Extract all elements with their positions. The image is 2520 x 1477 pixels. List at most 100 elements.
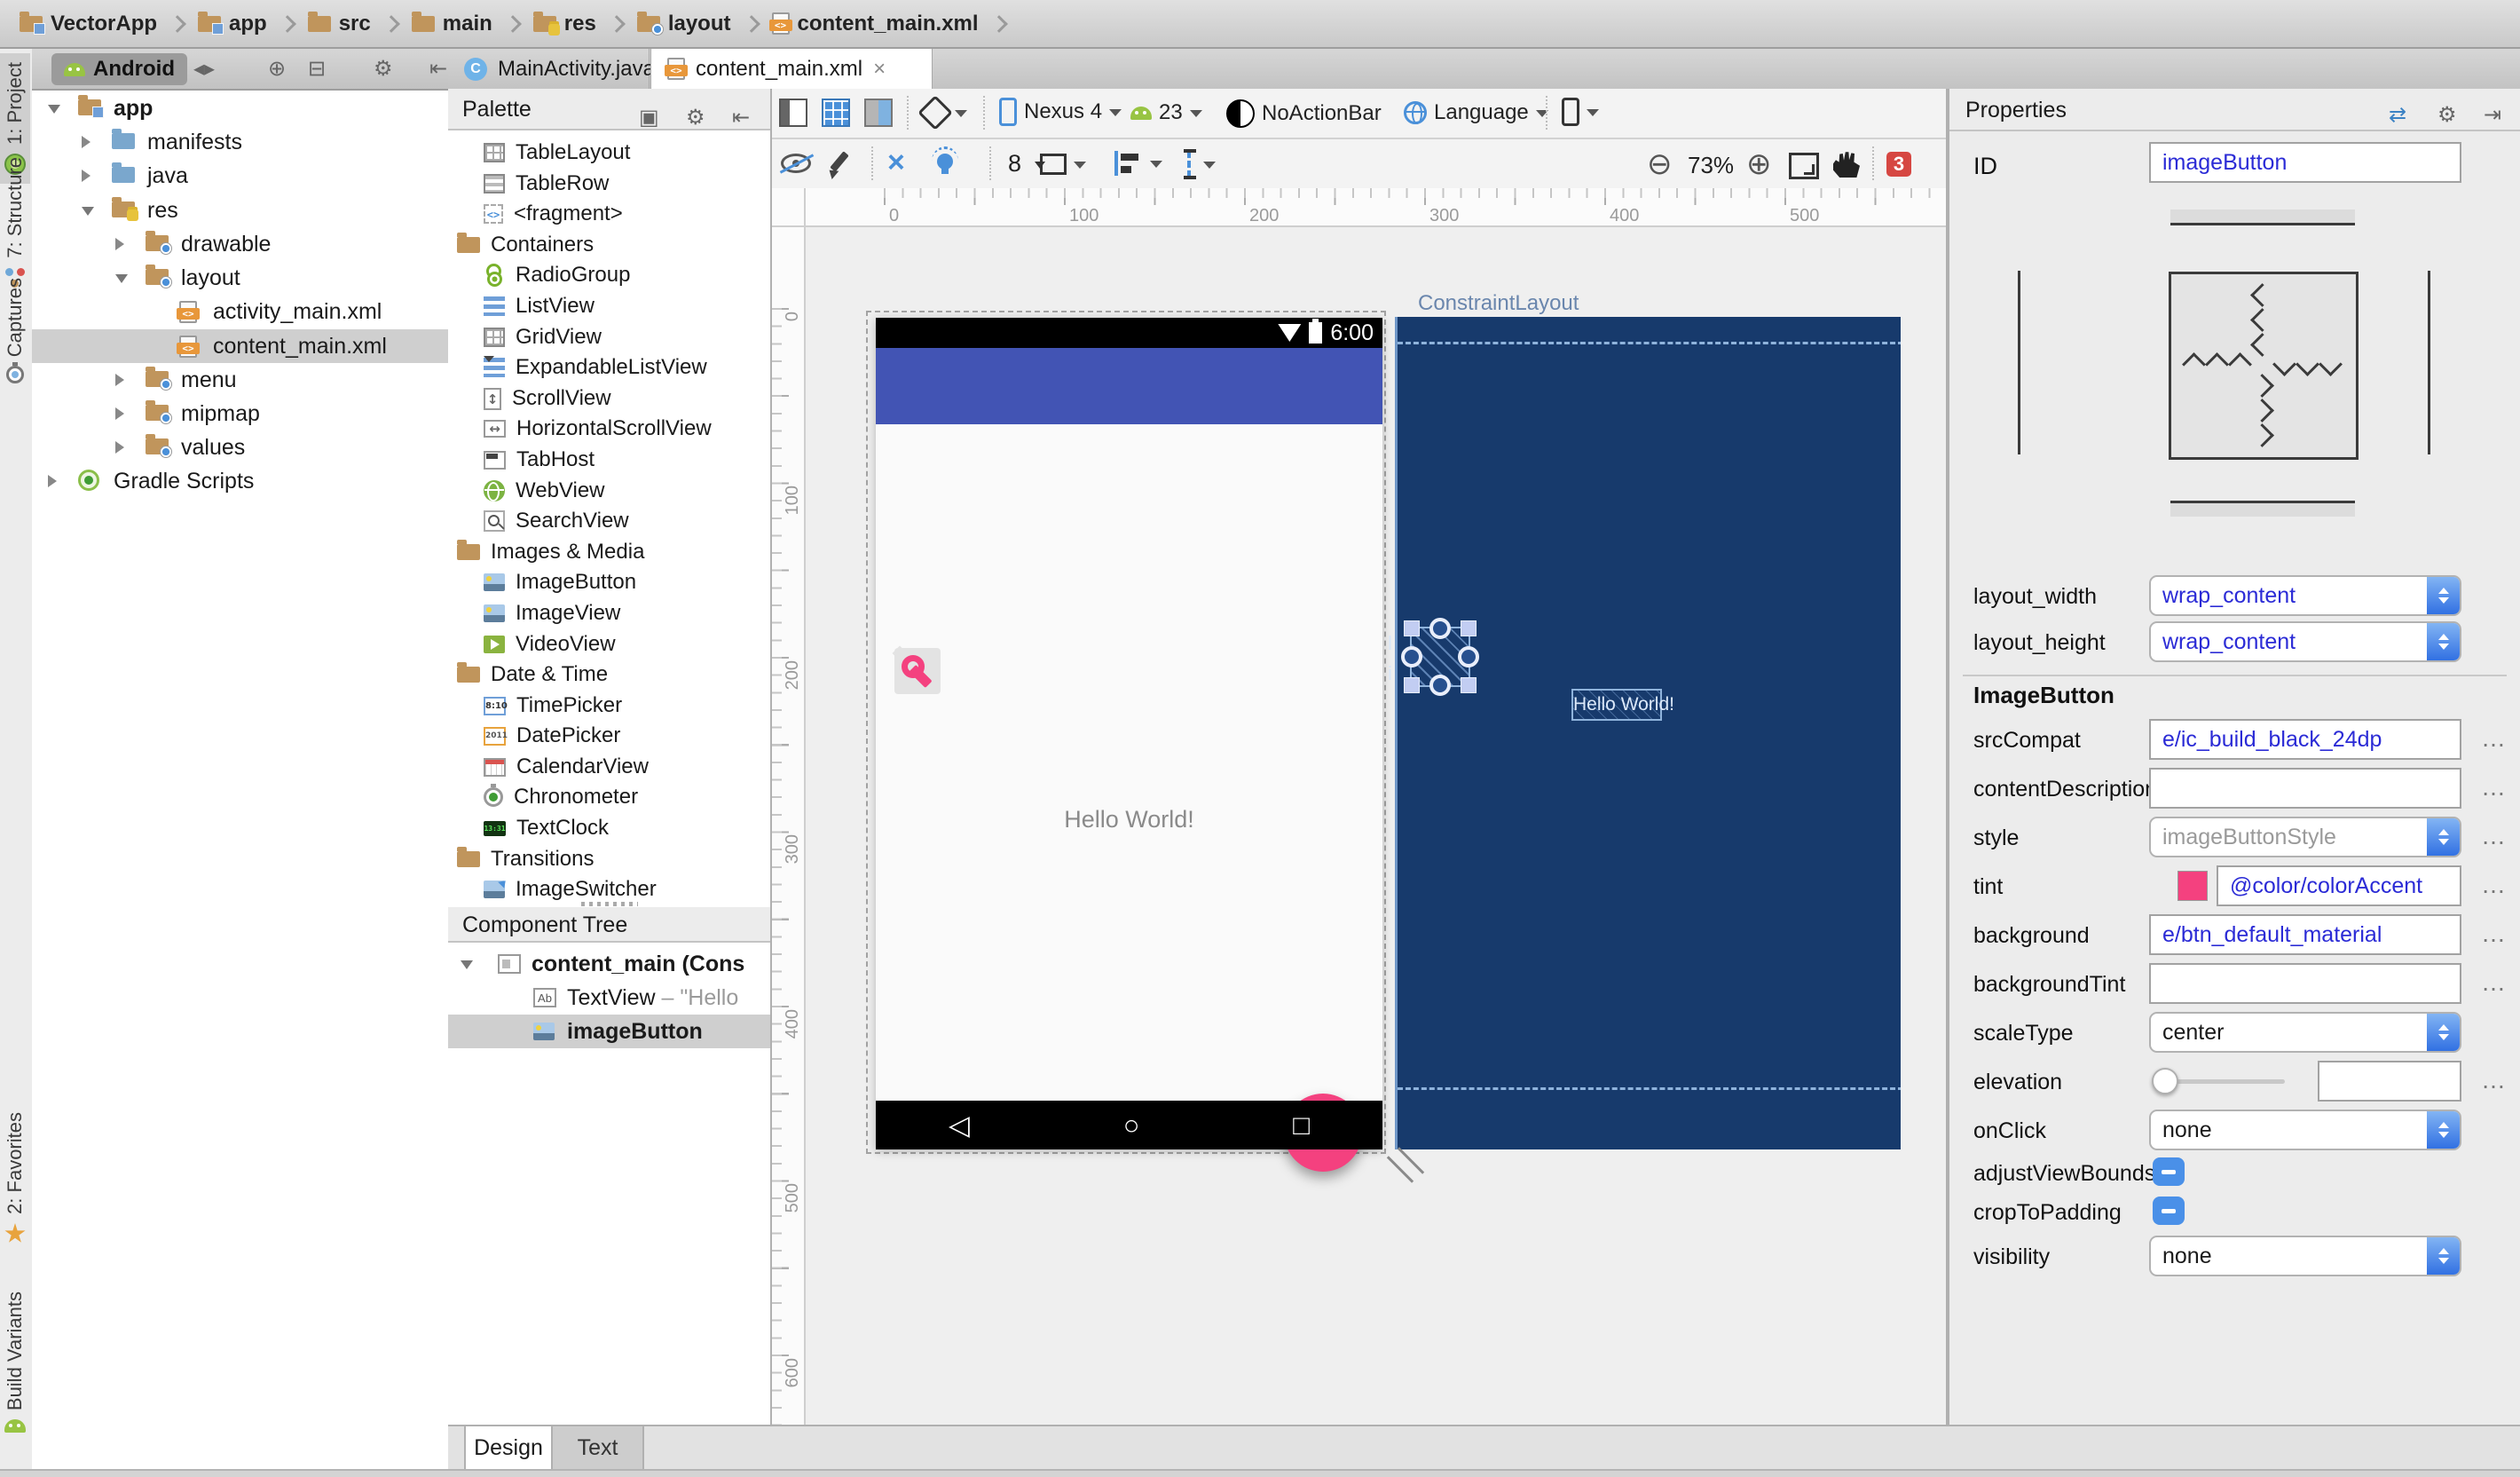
gear-icon[interactable]: ⚙ (2437, 94, 2457, 137)
tree-item-manifests[interactable]: manifests (32, 125, 448, 159)
breadcrumb-item-app[interactable]: app (198, 11, 267, 36)
visibility-combo[interactable]: none (2149, 1236, 2461, 1276)
palette-item[interactable]: TableRow (448, 169, 806, 199)
resize-handle[interactable] (1404, 620, 1420, 636)
palette-group[interactable]: Images & Media (448, 537, 779, 567)
palette-item[interactable]: TextClock (448, 813, 806, 843)
palette-item[interactable]: ListView (448, 291, 806, 321)
color-swatch[interactable] (2177, 871, 2208, 901)
tab-design[interactable]: Design (464, 1426, 553, 1469)
default-margin-value[interactable]: 8 (1008, 150, 1021, 178)
tree-item-menu[interactable]: menu (32, 363, 448, 397)
stepper-icon[interactable] (2427, 1111, 2460, 1149)
browse-icon[interactable]: … (2474, 920, 2513, 948)
tree-item-gradle-scripts[interactable]: Gradle Scripts (32, 464, 448, 498)
virtual-device-icon[interactable] (1562, 98, 1599, 126)
pack-icon[interactable] (1035, 154, 1086, 175)
breadcrumb-item-src[interactable]: src (307, 11, 371, 36)
palette-item[interactable]: ImageView (448, 598, 806, 628)
tree-item-activity-main[interactable]: activity_main.xml (32, 295, 448, 328)
tool-button-build-variants[interactable]: Build Variants (0, 1283, 30, 1441)
collapse-arrow-icon[interactable] (115, 407, 124, 420)
hide-panel-icon[interactable]: ⇤ (732, 97, 750, 138)
browse-icon[interactable]: … (2474, 822, 2513, 850)
splitter-handle[interactable] (581, 902, 638, 906)
constraint-anchor[interactable] (1429, 618, 1451, 639)
stepper-icon[interactable] (2427, 577, 2460, 614)
collapse-arrow-icon[interactable] (115, 441, 124, 454)
croptopadding-checkbox[interactable] (2153, 1197, 2185, 1225)
both-views-icon[interactable] (864, 99, 893, 127)
palette-item[interactable]: TableLayout (448, 138, 806, 168)
tree-item-drawable[interactable]: drawable (32, 227, 448, 261)
back-forward-icon[interactable]: ◂▸ (193, 56, 215, 82)
tab-mainactivity[interactable]: MainActivity.java × (448, 49, 678, 89)
id-field[interactable]: imageButton (2149, 142, 2461, 183)
palette-item[interactable]: ImageSwitcher (448, 874, 806, 904)
textview-widget[interactable]: Hello World! (876, 806, 1382, 833)
constraint-anchor[interactable] (1458, 646, 1479, 667)
palette-item[interactable]: CalendarView (448, 752, 806, 782)
elevation-field[interactable] (2318, 1061, 2461, 1102)
scaletype-combo[interactable]: center (2149, 1012, 2461, 1053)
browse-icon[interactable]: … (2474, 1066, 2513, 1094)
stepper-icon[interactable] (2427, 818, 2460, 856)
close-icon[interactable]: × (873, 57, 886, 82)
theme-selector[interactable]: NoActionBar (1226, 99, 1382, 128)
collapse-arrow-icon[interactable] (82, 170, 91, 182)
clear-constraints-icon[interactable]: × (887, 147, 905, 178)
api-selector[interactable]: 23 (1130, 100, 1202, 125)
palette-item[interactable]: TabHost (448, 445, 806, 475)
bottom-margin-bar[interactable] (2170, 501, 2355, 517)
palette-group[interactable]: Date & Time (448, 660, 779, 690)
collapse-arrow-icon[interactable] (48, 475, 57, 487)
autoconnect-icon[interactable] (825, 151, 852, 178)
elevation-slider-track[interactable] (2162, 1079, 2285, 1084)
layout-width-combo[interactable]: wrap_content (2149, 575, 2461, 616)
stepper-icon[interactable] (2427, 1237, 2460, 1275)
blueprint-preview[interactable]: Hello World! (1395, 317, 1901, 1149)
browse-icon[interactable]: … (2474, 968, 2513, 997)
dock-icon[interactable]: ⇥ (2484, 94, 2501, 137)
component-imagebutton-node[interactable]: imageButton (448, 1015, 770, 1048)
constraint-widget[interactable] (2169, 272, 2359, 460)
blueprint-root-label[interactable]: ConstraintLayout (1418, 291, 1579, 316)
background-field[interactable]: e/btn_default_material (2149, 914, 2461, 955)
breadcrumb-item-layout[interactable]: layout (636, 11, 731, 36)
stepper-icon[interactable] (2427, 623, 2460, 660)
palette-item[interactable]: DatePicker (448, 721, 806, 751)
browse-icon[interactable]: … (2474, 724, 2513, 753)
adjustviewbounds-checkbox[interactable] (2153, 1157, 2185, 1186)
palette-item[interactable]: WebView (448, 476, 806, 506)
breadcrumb-item-res[interactable]: res (532, 11, 596, 36)
infer-constraints-icon[interactable] (932, 146, 958, 174)
hide-panel-icon[interactable]: ⇤ (429, 56, 447, 82)
imagebutton-widget[interactable] (892, 645, 941, 694)
align-icon[interactable] (1114, 151, 1162, 176)
design-view-icon[interactable] (779, 99, 807, 127)
onclick-combo[interactable]: none (2149, 1110, 2461, 1150)
backgroundtint-field[interactable] (2149, 963, 2461, 1004)
copy-icon[interactable]: ▣ (639, 97, 659, 138)
show-constraints-icon[interactable] (781, 154, 811, 173)
breadcrumb-item-project[interactable]: VectorApp (20, 11, 157, 36)
tree-item-app[interactable]: app (32, 91, 448, 125)
constraint-anchor[interactable] (1429, 675, 1451, 696)
elevation-slider-knob[interactable] (2152, 1068, 2178, 1094)
tree-item-content-main[interactable]: content_main.xml (32, 329, 448, 363)
expand-arrow-icon[interactable] (461, 960, 473, 969)
contentdescription-field[interactable] (2149, 768, 2461, 809)
pan-icon[interactable] (1833, 151, 1860, 178)
palette-item[interactable]: GridView (448, 322, 806, 352)
device-selector[interactable]: Nexus 4 (999, 98, 1122, 126)
palette-group[interactable]: Containers (448, 230, 779, 260)
gear-icon[interactable]: ⚙ (686, 97, 705, 138)
tree-item-java[interactable]: java (32, 159, 448, 193)
error-badge[interactable]: 3 (1886, 152, 1911, 177)
palette-item[interactable]: ExpandableListView (448, 352, 806, 383)
tree-item-mipmap[interactable]: mipmap (32, 397, 448, 430)
constraint-anchor[interactable] (1401, 646, 1422, 667)
palette-item[interactable]: ScrollView (448, 383, 806, 414)
style-combo[interactable]: imageButtonStyle (2149, 817, 2461, 857)
palette-item[interactable]: HorizontalScrollView (448, 414, 806, 444)
